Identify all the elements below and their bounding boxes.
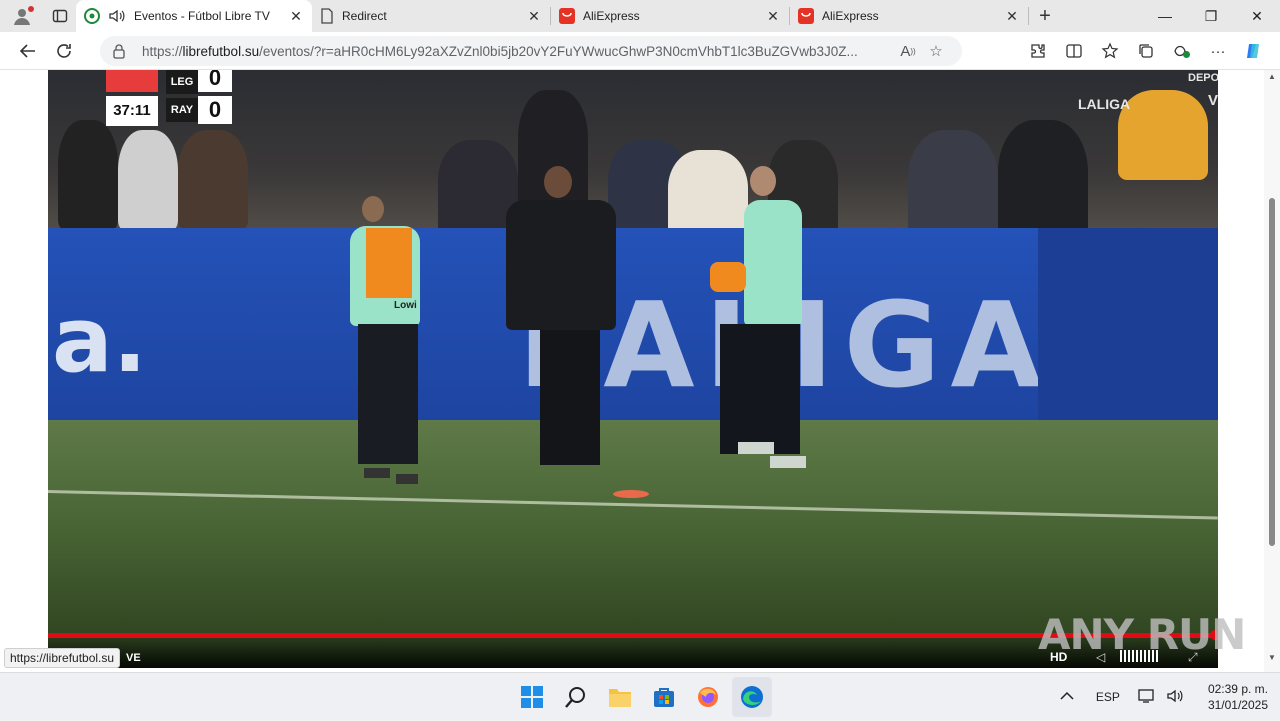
extensions-icon[interactable] <box>1020 36 1056 66</box>
language-indicator[interactable]: ESP <box>1096 690 1120 704</box>
coach <box>500 166 620 466</box>
close-tab-icon[interactable]: ✕ <box>765 8 781 25</box>
tab-aliexpress-2[interactable]: AliExpress ✕ <box>790 0 1028 32</box>
close-tab-icon[interactable]: ✕ <box>1004 8 1020 25</box>
clock-time: 02:39 p. m. <box>1207 682 1268 696</box>
collections-icon[interactable] <box>1128 36 1164 66</box>
store-button[interactable] <box>644 677 684 717</box>
system-tray: ESP 02:39 p. m. 31/01/2025 <box>1050 673 1268 721</box>
tab-title: Eventos - Fútbol Libre TV <box>134 9 270 23</box>
tab-strip: Eventos - Fútbol Libre TV ✕ Redirect ✕ A… <box>0 0 1280 32</box>
lock-icon[interactable] <box>112 43 132 59</box>
read-aloud-icon[interactable]: A)) <box>894 43 922 60</box>
taskbar-apps <box>512 677 772 717</box>
home-team: LEG <box>166 70 198 94</box>
video-player[interactable]: a. LALIGA Lowi <box>48 70 1218 668</box>
scroll-down-icon[interactable]: ▼ <box>1268 653 1276 662</box>
tab-redirect[interactable]: Redirect ✕ <box>312 0 550 32</box>
tab-title: AliExpress <box>822 9 879 23</box>
refresh-icon <box>57 43 71 58</box>
back-button[interactable] <box>10 33 46 69</box>
url-field[interactable]: https://librefutbol.su/eventos/?r=aHR0cH… <box>100 36 962 66</box>
scroll-up-icon[interactable]: ▲ <box>1268 72 1276 81</box>
close-tab-icon[interactable]: ✕ <box>526 8 542 25</box>
page-icon <box>321 8 333 24</box>
start-button[interactable] <box>512 677 552 717</box>
tray-overflow-icon[interactable] <box>1060 690 1074 704</box>
status-url: https://librefutbol.su <box>4 648 121 668</box>
copilot-icon[interactable] <box>1236 36 1272 66</box>
broadcaster-league: LALIGA <box>1078 96 1131 112</box>
shirt-sponsor-text: Lowi <box>394 300 417 311</box>
advertising-board: a. LALIGA <box>48 228 1218 426</box>
window-controls: — ❐ ✕ <box>1142 0 1280 32</box>
close-tab-icon[interactable]: ✕ <box>288 8 304 25</box>
profile-button[interactable] <box>0 0 44 32</box>
away-score: 0 <box>198 96 232 124</box>
training-cone <box>613 490 649 498</box>
away-team: RAY <box>166 98 198 122</box>
speaker-icon[interactable] <box>108 8 126 24</box>
tab-eventos[interactable]: Eventos - Fútbol Libre TV ✕ <box>76 0 312 32</box>
page-content: a. LALIGA Lowi <box>0 70 1280 672</box>
anyrun-watermark: ANY RUN <box>1038 610 1246 659</box>
search-icon <box>565 687 585 708</box>
player-left: Lowi <box>350 196 430 496</box>
aliexpress-icon <box>798 8 814 24</box>
tab-title: Redirect <box>342 9 387 23</box>
split-screen-icon[interactable] <box>1056 36 1092 66</box>
tab-actions-button[interactable] <box>44 0 76 32</box>
broadcaster-network: DEPORTES <box>1188 72 1218 84</box>
board-left-text: a. <box>52 288 147 393</box>
laliga-logo <box>106 70 158 92</box>
tab-actions-icon <box>52 9 68 23</box>
tab-aliexpress-1[interactable]: AliExpress ✕ <box>551 0 789 32</box>
toolbar-right: ··· <box>1020 36 1272 66</box>
network-icon[interactable] <box>1138 688 1156 707</box>
restore-button[interactable]: ❐ <box>1188 0 1234 32</box>
home-score: 0 <box>198 70 232 92</box>
firefox-icon <box>698 687 718 707</box>
favorite-star-icon[interactable]: ☆ <box>922 42 950 60</box>
refresh-button[interactable] <box>46 33 82 69</box>
url-text: https://librefutbol.su/eventos/?r=aHR0cH… <box>142 43 858 59</box>
favorites-icon[interactable] <box>1092 36 1128 66</box>
folder-icon <box>609 689 631 707</box>
minimize-button[interactable]: — <box>1142 0 1188 32</box>
taskbar: ESP 02:39 p. m. 31/01/2025 <box>0 672 1280 720</box>
player-right <box>710 166 810 476</box>
settings-more-icon[interactable]: ··· <box>1200 36 1236 66</box>
windows-icon <box>521 686 543 708</box>
aliexpress-icon <box>559 8 575 24</box>
live-indicator: VIVO <box>1208 92 1218 109</box>
clock-date: 31/01/2025 <box>1207 698 1268 712</box>
firefox-button[interactable] <box>688 677 728 717</box>
file-explorer-button[interactable] <box>600 677 640 717</box>
edge-icon <box>741 686 763 708</box>
back-arrow-icon <box>19 43 35 58</box>
taskbar-clock[interactable]: 02:39 p. m. 31/01/2025 <box>1198 681 1268 713</box>
volume-tray-icon[interactable] <box>1166 688 1184 707</box>
notification-dot <box>28 6 34 12</box>
soccer-ball-icon <box>84 8 100 24</box>
store-icon <box>654 688 674 707</box>
browser-essentials-icon[interactable] <box>1164 36 1200 66</box>
edge-button[interactable] <box>732 677 772 717</box>
page-scrollbar[interactable]: ▲ ▼ <box>1264 70 1280 672</box>
tab-title: AliExpress <box>583 9 640 23</box>
scorebug: LEG 0 37:11 RAY 0 <box>106 70 234 126</box>
new-tab-button[interactable]: + <box>1029 0 1061 32</box>
scrollbar-thumb[interactable] <box>1269 198 1275 546</box>
close-window-button[interactable]: ✕ <box>1234 0 1280 32</box>
address-bar: https://librefutbol.su/eventos/?r=aHR0cH… <box>0 32 1280 70</box>
match-clock: 37:11 <box>106 96 158 126</box>
search-button[interactable] <box>556 677 596 717</box>
live-label: VE <box>126 652 141 664</box>
